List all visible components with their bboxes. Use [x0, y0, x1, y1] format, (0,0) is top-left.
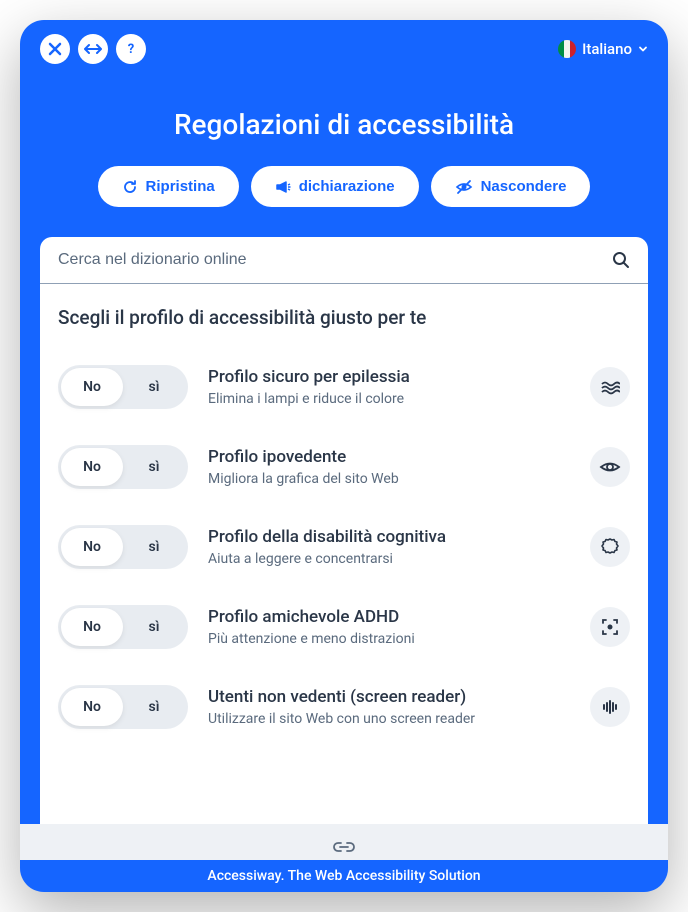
- question-icon: ?: [123, 41, 139, 57]
- profile-row-cognitive: No sì Profilo della disabilità cognitiva…: [58, 507, 630, 587]
- close-icon: [47, 41, 63, 57]
- search-icon: [612, 251, 630, 269]
- profile-desc: Migliora la grafica del sito Web: [208, 471, 570, 487]
- eye-icon: [590, 447, 630, 487]
- toggle-cognitive[interactable]: No sì: [58, 525, 188, 569]
- footer: Accessiway. The Web Accessibility Soluti…: [20, 860, 668, 892]
- megaphone-icon: [275, 179, 291, 195]
- profile-text: Profilo ipovedente Migliora la grafica d…: [208, 447, 570, 487]
- hide-button[interactable]: Nascondere: [431, 166, 591, 207]
- toggle-yes[interactable]: sì: [123, 368, 185, 406]
- profile-text: Profilo sicuro per epilessia Elimina i l…: [208, 367, 570, 407]
- help-button[interactable]: ?: [116, 34, 146, 64]
- statement-label: dichiarazione: [299, 178, 395, 195]
- toggle-yes[interactable]: sì: [123, 448, 185, 486]
- focus-icon: [590, 607, 630, 647]
- toggle-yes[interactable]: sì: [123, 688, 185, 726]
- hide-label: Nascondere: [481, 178, 567, 195]
- wave-icon: [590, 367, 630, 407]
- profile-desc: Aiuta a leggere e concentrarsi: [208, 551, 570, 567]
- profile-text: Profilo della disabilità cognitiva Aiuta…: [208, 527, 570, 567]
- profile-desc: Più attenzione e meno distrazioni: [208, 631, 570, 647]
- toggle-epilepsy[interactable]: No sì: [58, 365, 188, 409]
- arrows-horizontal-icon: [84, 41, 102, 57]
- reset-button[interactable]: Ripristina: [98, 166, 239, 207]
- toggle-no[interactable]: No: [61, 368, 123, 406]
- reset-label: Ripristina: [146, 178, 215, 195]
- audio-icon: [590, 687, 630, 727]
- badge-icon: [590, 527, 630, 567]
- search-button[interactable]: [612, 251, 630, 269]
- profile-row-epilepsy: No sì Profilo sicuro per epilessia Elimi…: [58, 347, 630, 427]
- link-row: [20, 834, 668, 860]
- header: Regolazioni di accessibilità: [20, 78, 668, 166]
- search-wrapper: [40, 237, 648, 284]
- toggle-no[interactable]: No: [61, 528, 123, 566]
- accessibility-widget: ? Italiano Regolazioni di accessibilità …: [20, 20, 668, 892]
- profiles-list: No sì Profilo sicuro per epilessia Elimi…: [40, 347, 648, 824]
- toggle-vision[interactable]: No sì: [58, 445, 188, 489]
- svg-text:?: ?: [128, 42, 134, 57]
- statement-button[interactable]: dichiarazione: [251, 166, 419, 207]
- profile-title: Utenti non vedenti (screen reader): [208, 687, 570, 707]
- profile-title: Profilo ipovedente: [208, 447, 570, 467]
- content-card: Scegli il profilo di accessibilità giust…: [40, 237, 648, 824]
- action-buttons: Ripristina dichiarazione Nascondere: [20, 166, 668, 237]
- section-title: Scegli il profilo di accessibilità giust…: [40, 284, 648, 347]
- link-icon: [333, 840, 355, 854]
- profile-text: Utenti non vedenti (screen reader) Utili…: [208, 687, 570, 727]
- toggle-yes[interactable]: sì: [123, 528, 185, 566]
- profile-title: Profilo sicuro per epilessia: [208, 367, 570, 387]
- chevron-down-icon: [638, 44, 648, 54]
- profile-title: Profilo amichevole ADHD: [208, 607, 570, 627]
- search-input[interactable]: [58, 251, 612, 269]
- toggle-no[interactable]: No: [61, 448, 123, 486]
- eye-slash-icon: [455, 179, 473, 195]
- toggle-no[interactable]: No: [61, 688, 123, 726]
- toggle-adhd[interactable]: No sì: [58, 605, 188, 649]
- profile-title: Profilo della disabilità cognitiva: [208, 527, 570, 547]
- toggle-no[interactable]: No: [61, 608, 123, 646]
- flag-italy-icon: [558, 40, 576, 58]
- position-button[interactable]: [78, 34, 108, 64]
- topbar-controls: ?: [40, 34, 146, 64]
- profile-text: Profilo amichevole ADHD Più attenzione e…: [208, 607, 570, 647]
- toggle-yes[interactable]: sì: [123, 608, 185, 646]
- profile-row-blind: No sì Utenti non vedenti (screen reader)…: [58, 667, 630, 747]
- profile-row-vision: No sì Profilo ipovedente Migliora la gra…: [58, 427, 630, 507]
- topbar: ? Italiano: [20, 20, 668, 78]
- profile-row-adhd: No sì Profilo amichevole ADHD Più attenz…: [58, 587, 630, 667]
- bottom-area: Accessiway. The Web Accessibility Soluti…: [20, 824, 668, 892]
- profile-desc: Utilizzare il sito Web con uno screen re…: [208, 711, 570, 727]
- language-label: Italiano: [582, 40, 632, 58]
- language-selector[interactable]: Italiano: [558, 40, 648, 58]
- refresh-icon: [122, 179, 138, 195]
- close-button[interactable]: [40, 34, 70, 64]
- toggle-blind[interactable]: No sì: [58, 685, 188, 729]
- page-title: Regolazioni di accessibilità: [40, 108, 648, 141]
- profile-desc: Elimina i lampi e riduce il colore: [208, 391, 570, 407]
